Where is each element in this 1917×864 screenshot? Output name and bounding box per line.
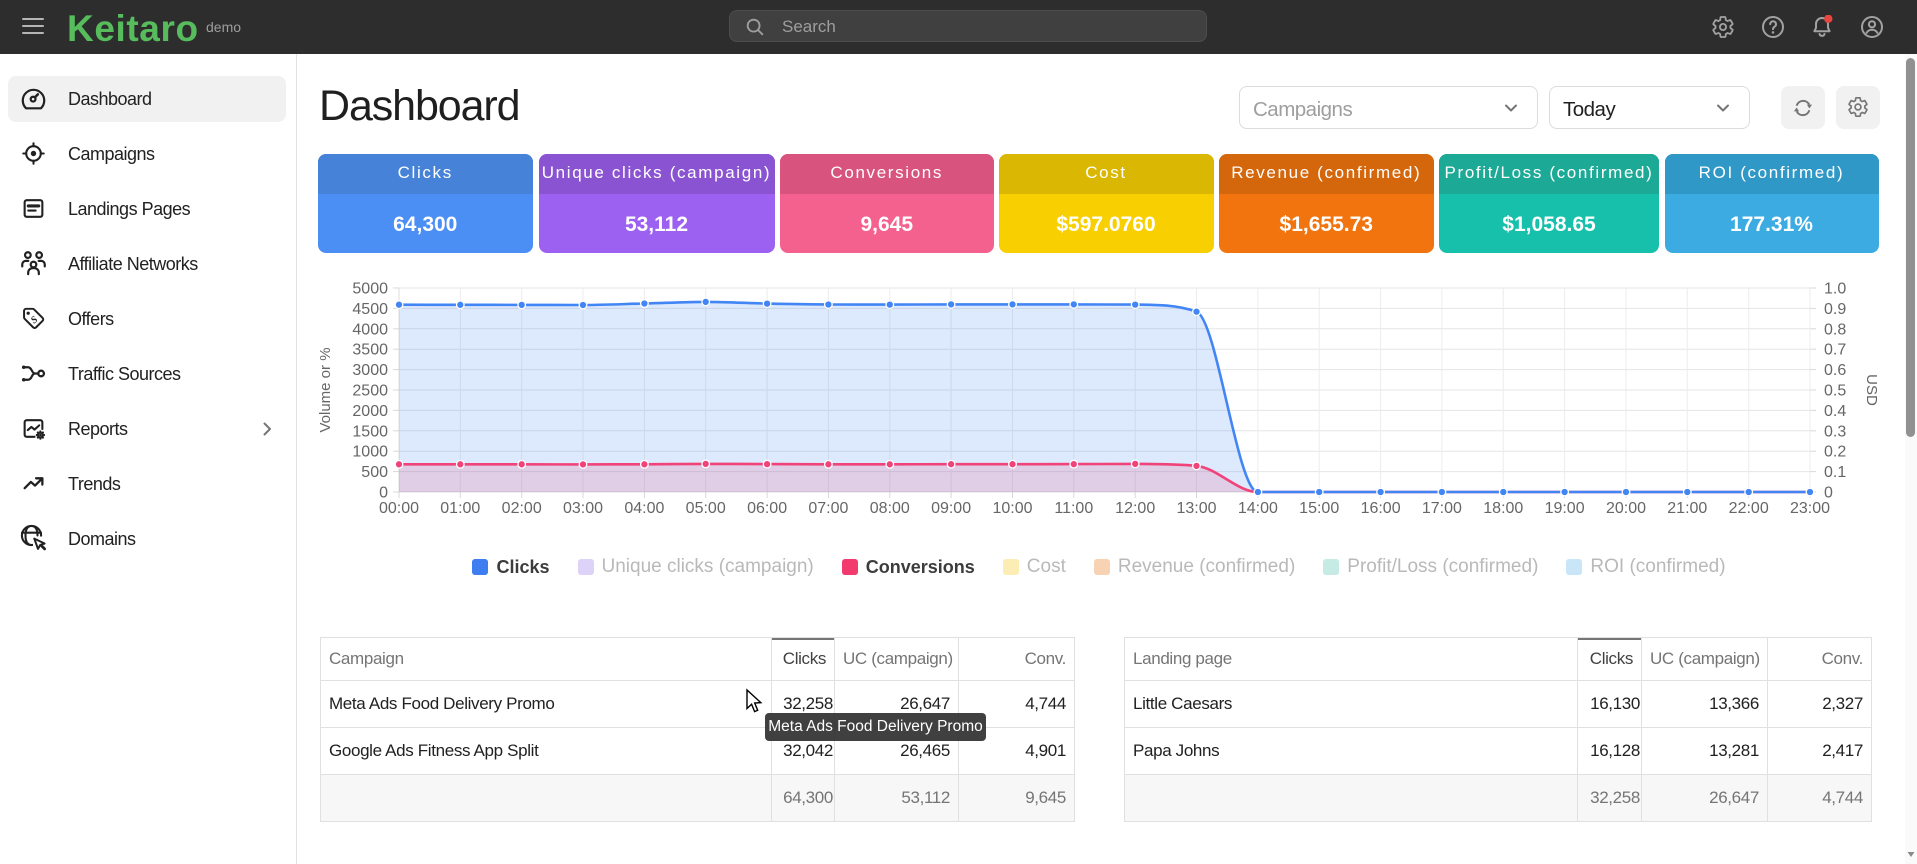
svg-text:4500: 4500 bbox=[352, 301, 388, 318]
svg-text:01:00: 01:00 bbox=[440, 500, 480, 517]
svg-text:0.8: 0.8 bbox=[1824, 321, 1846, 338]
svg-text:16:00: 16:00 bbox=[1361, 500, 1401, 517]
svg-text:4000: 4000 bbox=[352, 321, 388, 338]
svg-text:USD: USD bbox=[1863, 374, 1880, 406]
svg-text:500: 500 bbox=[361, 464, 388, 481]
svg-text:3000: 3000 bbox=[352, 362, 388, 379]
svg-text:Volume or %: Volume or % bbox=[318, 347, 334, 432]
svg-text:10:00: 10:00 bbox=[992, 500, 1032, 517]
svg-text:0: 0 bbox=[379, 485, 388, 502]
svg-text:09:00: 09:00 bbox=[931, 500, 971, 517]
svg-text:0.9: 0.9 bbox=[1824, 301, 1846, 318]
svg-text:0.7: 0.7 bbox=[1824, 342, 1846, 359]
svg-text:0.2: 0.2 bbox=[1824, 444, 1846, 461]
svg-text:05:00: 05:00 bbox=[686, 500, 726, 517]
svg-text:19:00: 19:00 bbox=[1545, 500, 1585, 517]
svg-text:17:00: 17:00 bbox=[1422, 500, 1462, 517]
svg-text:0.1: 0.1 bbox=[1824, 464, 1846, 481]
svg-text:07:00: 07:00 bbox=[808, 500, 848, 517]
svg-text:2500: 2500 bbox=[352, 383, 388, 400]
svg-text:1000: 1000 bbox=[352, 444, 388, 461]
svg-text:2000: 2000 bbox=[352, 403, 388, 420]
svg-text:1500: 1500 bbox=[352, 423, 388, 440]
svg-text:21:00: 21:00 bbox=[1667, 500, 1707, 517]
svg-text:22:00: 22:00 bbox=[1729, 500, 1769, 517]
svg-text:14:00: 14:00 bbox=[1238, 500, 1278, 517]
svg-text:06:00: 06:00 bbox=[747, 500, 787, 517]
svg-text:20:00: 20:00 bbox=[1606, 500, 1646, 517]
svg-text:23:00: 23:00 bbox=[1790, 500, 1830, 517]
svg-text:18:00: 18:00 bbox=[1483, 500, 1523, 517]
svg-text:02:00: 02:00 bbox=[502, 500, 542, 517]
svg-text:0: 0 bbox=[1824, 485, 1833, 502]
svg-text:5000: 5000 bbox=[352, 281, 388, 298]
svg-text:0.4: 0.4 bbox=[1824, 403, 1846, 420]
svg-text:3500: 3500 bbox=[352, 342, 388, 359]
svg-text:0.5: 0.5 bbox=[1824, 383, 1846, 400]
svg-text:03:00: 03:00 bbox=[563, 500, 603, 517]
svg-text:15:00: 15:00 bbox=[1299, 500, 1339, 517]
svg-text:04:00: 04:00 bbox=[624, 500, 664, 517]
svg-text:00:00: 00:00 bbox=[379, 500, 419, 517]
svg-text:13:00: 13:00 bbox=[1176, 500, 1216, 517]
svg-text:08:00: 08:00 bbox=[870, 500, 910, 517]
svg-text:12:00: 12:00 bbox=[1115, 500, 1155, 517]
svg-text:1.0: 1.0 bbox=[1824, 281, 1846, 298]
svg-text:0.3: 0.3 bbox=[1824, 423, 1846, 440]
svg-text:0.6: 0.6 bbox=[1824, 362, 1846, 379]
svg-text:11:00: 11:00 bbox=[1054, 500, 1093, 517]
